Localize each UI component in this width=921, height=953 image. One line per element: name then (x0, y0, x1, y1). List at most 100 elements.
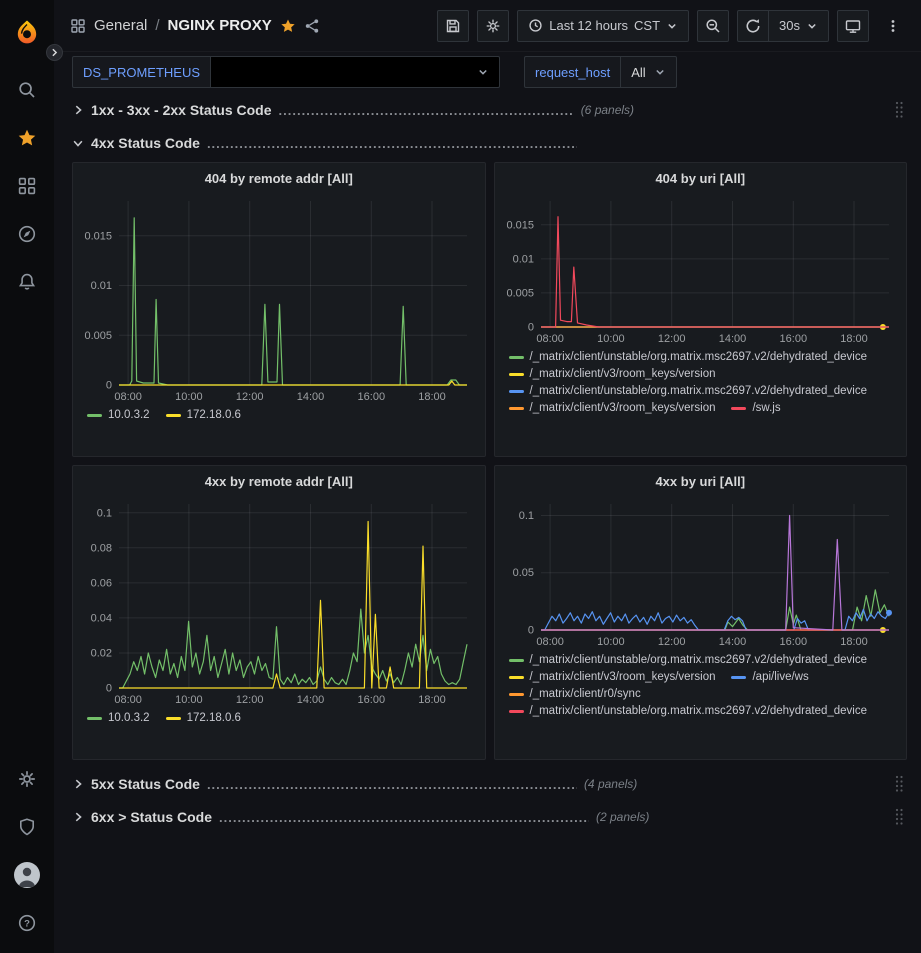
legend-swatch (509, 373, 524, 376)
legend-swatch (509, 356, 524, 359)
refresh-button[interactable] (737, 10, 769, 42)
legend-label: 172.18.0.6 (187, 409, 241, 421)
legend-label: 10.0.3.2 (108, 712, 150, 724)
panel-title[interactable]: 404 by remote addr [All] (79, 165, 479, 191)
row-panel-count: (4 panels) (584, 777, 637, 791)
svg-text:0: 0 (106, 380, 112, 392)
legend-item[interactable]: /api/live/ws (731, 671, 808, 683)
svg-text:0.01: 0.01 (91, 280, 112, 292)
panel-title[interactable]: 4xx by uri [All] (501, 468, 901, 494)
svg-text:16:00: 16:00 (358, 694, 386, 706)
breadcrumb: General / NGINX PROXY (70, 17, 320, 34)
svg-text:0.04: 0.04 (91, 612, 112, 624)
zoom-out-icon (705, 18, 721, 34)
breadcrumb-section[interactable]: General (94, 17, 147, 34)
svg-text:0.06: 0.06 (91, 577, 112, 589)
legend-swatch (509, 407, 524, 410)
breadcrumb-dashboard-title[interactable]: NGINX PROXY (168, 17, 272, 34)
toolbar-actions: Last 12 hours CST (437, 10, 909, 42)
svg-text:0: 0 (106, 683, 112, 695)
legend-item[interactable]: /_matrix/client/v3/room_keys/version (509, 368, 716, 380)
row-header-1xx-3xx-2xx[interactable]: 1xx - 3xx - 2xx Status Code ............… (72, 96, 907, 124)
legend-item[interactable]: /sw.js (731, 402, 780, 414)
time-range-picker[interactable]: Last 12 hours CST (517, 10, 689, 42)
monitor-icon (845, 18, 861, 34)
sidebar-item-search[interactable] (5, 70, 49, 110)
favorite-star-icon[interactable] (280, 18, 296, 34)
legend-item[interactable]: /_matrix/client/unstable/org.matrix.msc2… (509, 705, 868, 717)
legend-item[interactable]: 10.0.3.2 (87, 712, 150, 724)
panel-title[interactable]: 4xx by remote addr [All] (79, 468, 479, 494)
sidebar-item-starred[interactable] (5, 118, 49, 158)
variable-request-host-label[interactable]: request_host (524, 56, 621, 88)
svg-text:?: ? (24, 918, 30, 929)
row-title-dots: ........................................… (207, 777, 577, 792)
legend-item[interactable]: 172.18.0.6 (166, 712, 241, 724)
chart-plot[interactable]: 00.050.108:0010:0012:0014:0016:0018:00 (501, 494, 901, 650)
legend-item[interactable]: /_matrix/client/v3/room_keys/version (509, 671, 716, 683)
panel-legend: /_matrix/client/unstable/org.matrix.msc2… (501, 347, 901, 452)
refresh-interval-select[interactable]: 30s (769, 10, 829, 42)
chart-plot[interactable]: 00.020.040.060.080.108:0010:0012:0014:00… (79, 494, 479, 708)
legend-swatch (509, 390, 524, 393)
sidebar-item-server-admin[interactable] (5, 807, 49, 847)
variable-datasource-label[interactable]: DS_PROMETHEUS (72, 56, 211, 88)
zoom-out-button[interactable] (697, 10, 729, 42)
timeseries-chart[interactable]: 00.0050.010.01508:0010:0012:0014:0016:00… (501, 191, 901, 347)
chevron-down-icon (806, 20, 818, 32)
row-drag-handle[interactable] (893, 807, 905, 826)
row-header-6xx[interactable]: 6xx > Status Code ......................… (72, 803, 907, 831)
legend-item[interactable]: /_matrix/client/unstable/org.matrix.msc2… (509, 351, 868, 363)
timeseries-chart[interactable]: 00.0050.010.01508:0010:0012:0014:0016:00… (79, 191, 479, 405)
legend-item[interactable]: /_matrix/client/r0/sync (509, 688, 641, 700)
sidebar-item-configuration[interactable] (5, 759, 49, 799)
panel-4xx-by-uri: 4xx by uri [All] 00.050.108:0010:0012:00… (494, 465, 908, 760)
svg-text:10:00: 10:00 (175, 694, 203, 706)
row-drag-handle[interactable] (893, 100, 905, 119)
panel-title[interactable]: 404 by uri [All] (501, 165, 901, 191)
row-title-dots: ........................................… (279, 103, 574, 118)
share-icon[interactable] (304, 18, 320, 34)
svg-text:0.02: 0.02 (91, 648, 112, 660)
legend-item[interactable]: 10.0.3.2 (87, 409, 150, 421)
svg-text:10:00: 10:00 (175, 391, 203, 403)
kebab-menu-button[interactable] (877, 10, 909, 42)
sidebar-item-dashboards[interactable] (5, 166, 49, 206)
panel-grid-4xx: 404 by remote addr [All] 00.0050.010.015… (72, 162, 907, 760)
variables-bar: DS_PROMETHEUS request_host All (54, 52, 921, 92)
sidebar-item-help[interactable]: ? (5, 903, 49, 943)
timeseries-chart[interactable]: 00.050.108:0010:0012:0014:0016:0018:00 (501, 494, 901, 650)
legend-item[interactable]: /_matrix/client/unstable/org.matrix.msc2… (509, 654, 868, 666)
legend-swatch (509, 710, 524, 713)
dashboard-settings-button[interactable] (477, 10, 509, 42)
timeseries-chart[interactable]: 00.020.040.060.080.108:0010:0012:0014:00… (79, 494, 479, 708)
tv-mode-button[interactable] (837, 10, 869, 42)
chart-plot[interactable]: 00.0050.010.01508:0010:0012:0014:0016:00… (501, 191, 901, 347)
row-header-5xx[interactable]: 5xx Status Code ........................… (72, 770, 907, 798)
legend-item[interactable]: /_matrix/client/unstable/org.matrix.msc2… (509, 385, 868, 397)
svg-text:0: 0 (527, 322, 533, 334)
grafana-logo[interactable] (5, 12, 49, 52)
svg-text:0.015: 0.015 (84, 230, 112, 242)
svg-text:0.01: 0.01 (512, 253, 533, 265)
svg-text:18:00: 18:00 (418, 694, 446, 706)
chart-plot[interactable]: 00.0050.010.01508:0010:0012:0014:0016:00… (79, 191, 479, 405)
legend-item[interactable]: 172.18.0.6 (166, 409, 241, 421)
save-dashboard-button[interactable] (437, 10, 469, 42)
row-header-4xx[interactable]: 4xx Status Code ........................… (72, 129, 907, 157)
avatar (14, 862, 40, 888)
svg-text:08:00: 08:00 (536, 333, 564, 345)
svg-text:0.015: 0.015 (506, 219, 534, 231)
sidebar-item-explore[interactable] (5, 214, 49, 254)
variable-datasource-select[interactable] (211, 56, 500, 88)
chevron-right-icon (50, 48, 59, 57)
apps-grid-icon (70, 18, 86, 34)
sidebar-item-profile[interactable] (5, 855, 49, 895)
sidebar-expand-button[interactable] (46, 44, 63, 61)
legend-item[interactable]: /_matrix/client/v3/room_keys/version (509, 402, 716, 414)
compass-icon (17, 224, 37, 244)
gear-icon (485, 18, 501, 34)
row-drag-handle[interactable] (893, 774, 905, 793)
sidebar-item-alerting[interactable] (5, 262, 49, 302)
variable-request-host-select[interactable]: All (621, 56, 676, 88)
